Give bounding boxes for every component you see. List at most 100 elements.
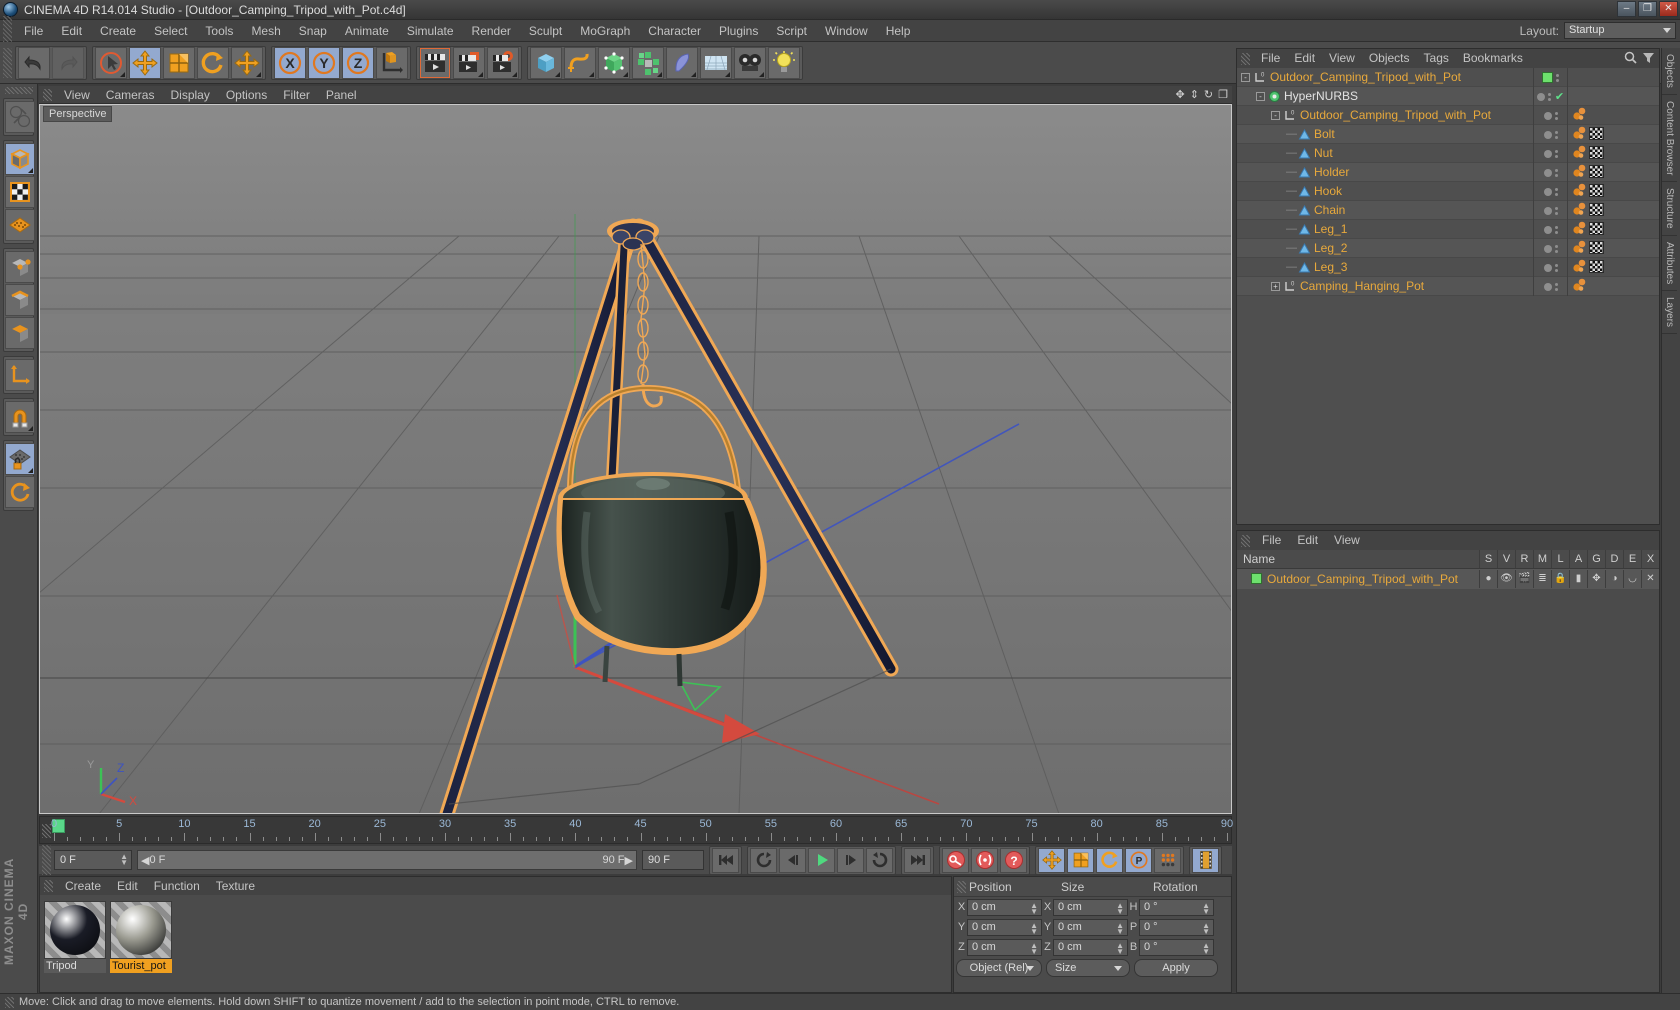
max-frame-field[interactable]: 90 F bbox=[642, 850, 704, 870]
size-y-field[interactable]: 0 cm ▲ ▼ bbox=[1053, 918, 1128, 936]
object-name[interactable]: Hook bbox=[1314, 184, 1342, 198]
tag-column[interactable] bbox=[1567, 239, 1659, 258]
dock-tab-objects[interactable]: Objects bbox=[1662, 48, 1677, 95]
menu-snap[interactable]: Snap bbox=[290, 20, 336, 42]
undo-button[interactable] bbox=[18, 46, 50, 79]
layer-rows[interactable]: Outdoor_Camping_Tripod_with_Pot ● 👁 🎬 ≣ 🔒 ▮ ✥ ◑ ◡… bbox=[1237, 569, 1659, 589]
layer-column-v[interactable]: V bbox=[1497, 550, 1515, 568]
editor-render-dots[interactable] bbox=[1554, 206, 1558, 215]
spinner-icon[interactable]: ▲▼ bbox=[1030, 901, 1038, 915]
menu-file[interactable]: File bbox=[15, 20, 52, 42]
search-icon[interactable] bbox=[1624, 51, 1637, 64]
viewport-grip[interactable] bbox=[43, 88, 52, 101]
filmstrip-button[interactable] bbox=[1192, 847, 1219, 873]
render-to-picture-viewer-button[interactable] bbox=[453, 46, 485, 79]
position-z-field[interactable]: 0 cm ▲ ▼ bbox=[967, 938, 1042, 956]
visibility-dots[interactable] bbox=[1533, 68, 1567, 87]
editor-render-dots[interactable] bbox=[1556, 73, 1559, 82]
lock-x-axis-button[interactable]: X bbox=[274, 46, 306, 79]
matmenu-function[interactable]: Function bbox=[146, 877, 208, 895]
object-axis-button[interactable] bbox=[5, 359, 35, 391]
viewmenu-options[interactable]: Options bbox=[218, 86, 275, 104]
object-name[interactable]: Leg_1 bbox=[1314, 222, 1347, 236]
menu-edit[interactable]: Edit bbox=[52, 20, 91, 42]
enabled-check-icon[interactable]: ✔ bbox=[1555, 90, 1564, 103]
preview-range-bar[interactable]: ◀ 0 F 90 F ▶ bbox=[137, 850, 637, 870]
texture-tag-icon[interactable] bbox=[1572, 221, 1587, 238]
axis-move-button[interactable] bbox=[231, 46, 263, 79]
visibility-dots[interactable] bbox=[1533, 144, 1567, 163]
viewmenu-view[interactable]: View bbox=[56, 86, 98, 104]
viewmenu-panel[interactable]: Panel bbox=[318, 86, 365, 104]
move-tool-button[interactable] bbox=[129, 46, 161, 79]
bend-deformer-button[interactable] bbox=[666, 46, 698, 79]
visibility-dots[interactable] bbox=[1533, 106, 1567, 125]
layer-grip[interactable] bbox=[1241, 534, 1250, 547]
size-x-field[interactable]: 0 cm ▲ ▼ bbox=[1053, 898, 1128, 916]
current-frame-field[interactable]: 0 F ▲ ▼ bbox=[54, 850, 132, 870]
loop-button[interactable] bbox=[866, 847, 893, 873]
objmenu-bookmarks[interactable]: Bookmarks bbox=[1456, 49, 1530, 68]
live-selection-button[interactable] bbox=[95, 46, 127, 79]
visibility-dots[interactable]: ✔ bbox=[1533, 87, 1567, 106]
object-name[interactable]: Chain bbox=[1314, 203, 1345, 217]
rotation-h-field[interactable]: 0 ° ▲ ▼ bbox=[1139, 898, 1214, 916]
rotate-view-icon[interactable]: ↻ bbox=[1204, 88, 1213, 101]
texture-tag-icon[interactable] bbox=[1572, 107, 1587, 124]
tag-column[interactable] bbox=[1567, 201, 1659, 220]
tag-column[interactable] bbox=[1567, 182, 1659, 201]
tag-column[interactable] bbox=[1567, 258, 1659, 277]
material-preview[interactable] bbox=[110, 901, 172, 959]
visibility-dot[interactable] bbox=[1543, 244, 1552, 253]
layer-column-g[interactable]: G bbox=[1587, 550, 1605, 568]
visibility-dot[interactable] bbox=[1543, 168, 1552, 177]
object-row[interactable]: +0 Camping_Hanging_Pot bbox=[1237, 277, 1659, 296]
viewmenu-display[interactable]: Display bbox=[162, 86, 217, 104]
editor-render-dots[interactable] bbox=[1554, 282, 1558, 291]
layer-color-chip[interactable] bbox=[1251, 573, 1262, 584]
visibility-dots[interactable] bbox=[1533, 258, 1567, 277]
layer-row[interactable]: Outdoor_Camping_Tripod_with_Pot ● 👁 🎬 ≣ 🔒 ▮ ✥ ◑ ◡… bbox=[1237, 569, 1659, 589]
layer-column-e[interactable]: E bbox=[1623, 550, 1641, 568]
viewmenu-filter[interactable]: Filter bbox=[275, 86, 318, 104]
record-position-button[interactable] bbox=[1038, 847, 1065, 873]
menu-script[interactable]: Script bbox=[767, 20, 816, 42]
record-key-button[interactable] bbox=[942, 847, 969, 873]
menu-select[interactable]: Select bbox=[145, 20, 196, 42]
step-back-button[interactable] bbox=[779, 847, 806, 873]
spinner-icon[interactable]: ▲▼ bbox=[1116, 921, 1124, 935]
spinner-icon[interactable]: ▲▼ bbox=[1030, 941, 1038, 955]
layer-flag-v[interactable]: 👁 bbox=[1497, 570, 1515, 588]
visibility-dots[interactable] bbox=[1533, 277, 1567, 296]
visibility-dot[interactable] bbox=[1543, 149, 1552, 158]
layermenu-view[interactable]: View bbox=[1326, 531, 1368, 550]
object-row[interactable]: — Holder bbox=[1237, 163, 1659, 182]
play-button[interactable] bbox=[808, 847, 835, 873]
object-name[interactable]: Holder bbox=[1314, 165, 1349, 179]
material-tag-icon[interactable] bbox=[1589, 202, 1604, 219]
tag-column[interactable] bbox=[1567, 125, 1659, 144]
texture-tag-icon[interactable] bbox=[1572, 278, 1587, 295]
editor-render-dots[interactable] bbox=[1554, 168, 1558, 177]
range-end-arrow-icon[interactable]: ▶ bbox=[625, 854, 633, 867]
objmenu-view[interactable]: View bbox=[1322, 49, 1362, 68]
visibility-dots[interactable] bbox=[1533, 201, 1567, 220]
object-row[interactable]: - HyperNURBS ✔ bbox=[1237, 87, 1659, 106]
3d-viewport[interactable]: Perspective X Z Y bbox=[39, 104, 1232, 814]
rotation-b-field[interactable]: 0 ° ▲ ▼ bbox=[1139, 938, 1214, 956]
visibility-dot[interactable] bbox=[1543, 187, 1552, 196]
autokey-button[interactable] bbox=[971, 847, 998, 873]
texture-tag-icon[interactable] bbox=[1572, 259, 1587, 276]
undo-view-button[interactable] bbox=[5, 101, 35, 133]
layer-flag-s[interactable]: ● bbox=[1479, 570, 1497, 588]
render-settings-button[interactable] bbox=[487, 46, 519, 79]
object-name[interactable]: Leg_3 bbox=[1314, 260, 1347, 274]
material-tag-icon[interactable] bbox=[1589, 145, 1604, 162]
expander-toggle[interactable]: + bbox=[1271, 281, 1280, 291]
timeline-scale[interactable]: 0 5 10 15 20 25 30 35 40 45 50 55 60 65 70 75 80 85 90 bbox=[51, 817, 1233, 843]
layer-column-a[interactable]: A bbox=[1569, 550, 1587, 568]
camera-button[interactable] bbox=[734, 46, 766, 79]
object-row[interactable]: — Leg_2 bbox=[1237, 239, 1659, 258]
texture-tag-icon[interactable] bbox=[1572, 145, 1587, 162]
pan-view-icon[interactable]: ✥ bbox=[1175, 88, 1184, 101]
